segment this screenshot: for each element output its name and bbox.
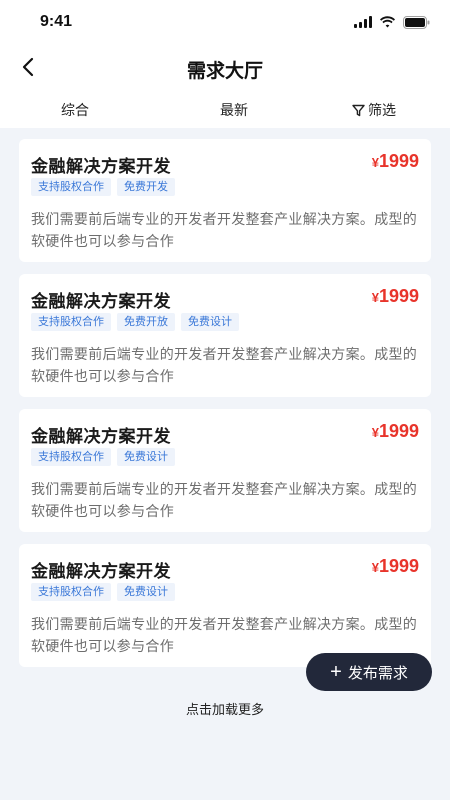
tag: 支持股权合作	[31, 178, 111, 196]
card-tags: 支持股权合作 免费设计	[31, 583, 175, 601]
currency-symbol: ¥	[371, 425, 379, 440]
price-value: 1999	[378, 421, 419, 441]
card-description: 我们需要前后端专业的开发者开发整套产业解决方案。成型的软硬件也可以参与合作	[31, 616, 418, 654]
price-value: 1999	[378, 286, 419, 306]
card-description: 我们需要前后端专业的开发者开发整套产业解决方案。成型的软硬件也可以参与合作	[31, 346, 418, 384]
filter-tabs: 综合 最新 筛选	[0, 90, 450, 128]
tab-filter[interactable]: 筛选	[352, 100, 396, 120]
currency-symbol: ¥	[371, 290, 379, 305]
header: 9:41 需求大厅 综合 最新 筛选	[0, 0, 450, 128]
card-price: ¥1999	[372, 421, 419, 442]
card-title: 金融解决方案开发	[31, 427, 171, 446]
demand-list: 金融解决方案开发 ¥1999 支持股权合作 免费开发 我们需要前后端专业的开发者…	[19, 139, 431, 679]
signal-icon	[354, 16, 372, 28]
status-icons	[354, 14, 430, 30]
demand-card[interactable]: 金融解决方案开发 ¥1999 支持股权合作 免费设计 我们需要前后端专业的开发者…	[19, 544, 431, 667]
battery-icon	[403, 15, 430, 29]
tag: 免费开放	[117, 313, 175, 331]
status-bar: 9:41	[0, 0, 450, 44]
card-title: 金融解决方案开发	[31, 157, 171, 176]
demand-card[interactable]: 金融解决方案开发 ¥1999 支持股权合作 免费设计 我们需要前后端专业的开发者…	[19, 409, 431, 532]
tag: 支持股权合作	[31, 583, 111, 601]
tag: 支持股权合作	[31, 448, 111, 466]
card-tags: 支持股权合作 免费开放 免费设计	[31, 313, 239, 331]
plus-icon: +	[330, 661, 342, 683]
page-title: 需求大厅	[186, 61, 263, 82]
tag: 支持股权合作	[31, 313, 111, 331]
wifi-icon	[380, 16, 395, 28]
card-title: 金融解决方案开发	[31, 562, 171, 581]
card-tags: 支持股权合作 免费设计	[31, 448, 175, 466]
card-description: 我们需要前后端专业的开发者开发整套产业解决方案。成型的软硬件也可以参与合作	[31, 211, 418, 249]
currency-symbol: ¥	[371, 560, 379, 575]
card-title: 金融解决方案开发	[31, 292, 171, 311]
tag: 免费设计	[117, 448, 175, 466]
filter-icon	[352, 104, 365, 116]
price-value: 1999	[378, 151, 419, 171]
price-value: 1999	[378, 556, 419, 576]
currency-symbol: ¥	[371, 155, 379, 170]
tab-label: 最新	[220, 102, 248, 118]
demand-card[interactable]: 金融解决方案开发 ¥1999 支持股权合作 免费开发 我们需要前后端专业的开发者…	[19, 139, 431, 262]
load-more-link[interactable]: 点击加载更多	[0, 699, 450, 718]
demand-card[interactable]: 金融解决方案开发 ¥1999 支持股权合作 免费开放 免费设计 我们需要前后端专…	[19, 274, 431, 397]
card-price: ¥1999	[372, 556, 419, 577]
tag: 免费开发	[117, 178, 175, 196]
publish-label: 发布需求	[347, 664, 408, 682]
tab-label: 筛选	[368, 102, 396, 118]
card-tags: 支持股权合作 免费开发	[31, 178, 175, 196]
card-description: 我们需要前后端专业的开发者开发整套产业解决方案。成型的软硬件也可以参与合作	[31, 481, 418, 519]
tab-comprehensive[interactable]: 综合	[61, 100, 89, 120]
nav-bar: 需求大厅	[0, 44, 450, 90]
tab-label: 综合	[61, 102, 89, 118]
tag: 免费设计	[117, 583, 175, 601]
card-price: ¥1999	[372, 151, 419, 172]
card-price: ¥1999	[372, 286, 419, 307]
tab-latest[interactable]: 最新	[220, 100, 248, 120]
tag: 免费设计	[181, 313, 239, 331]
status-time: 9:41	[40, 13, 73, 30]
publish-demand-button[interactable]: + 发布需求	[306, 653, 432, 691]
